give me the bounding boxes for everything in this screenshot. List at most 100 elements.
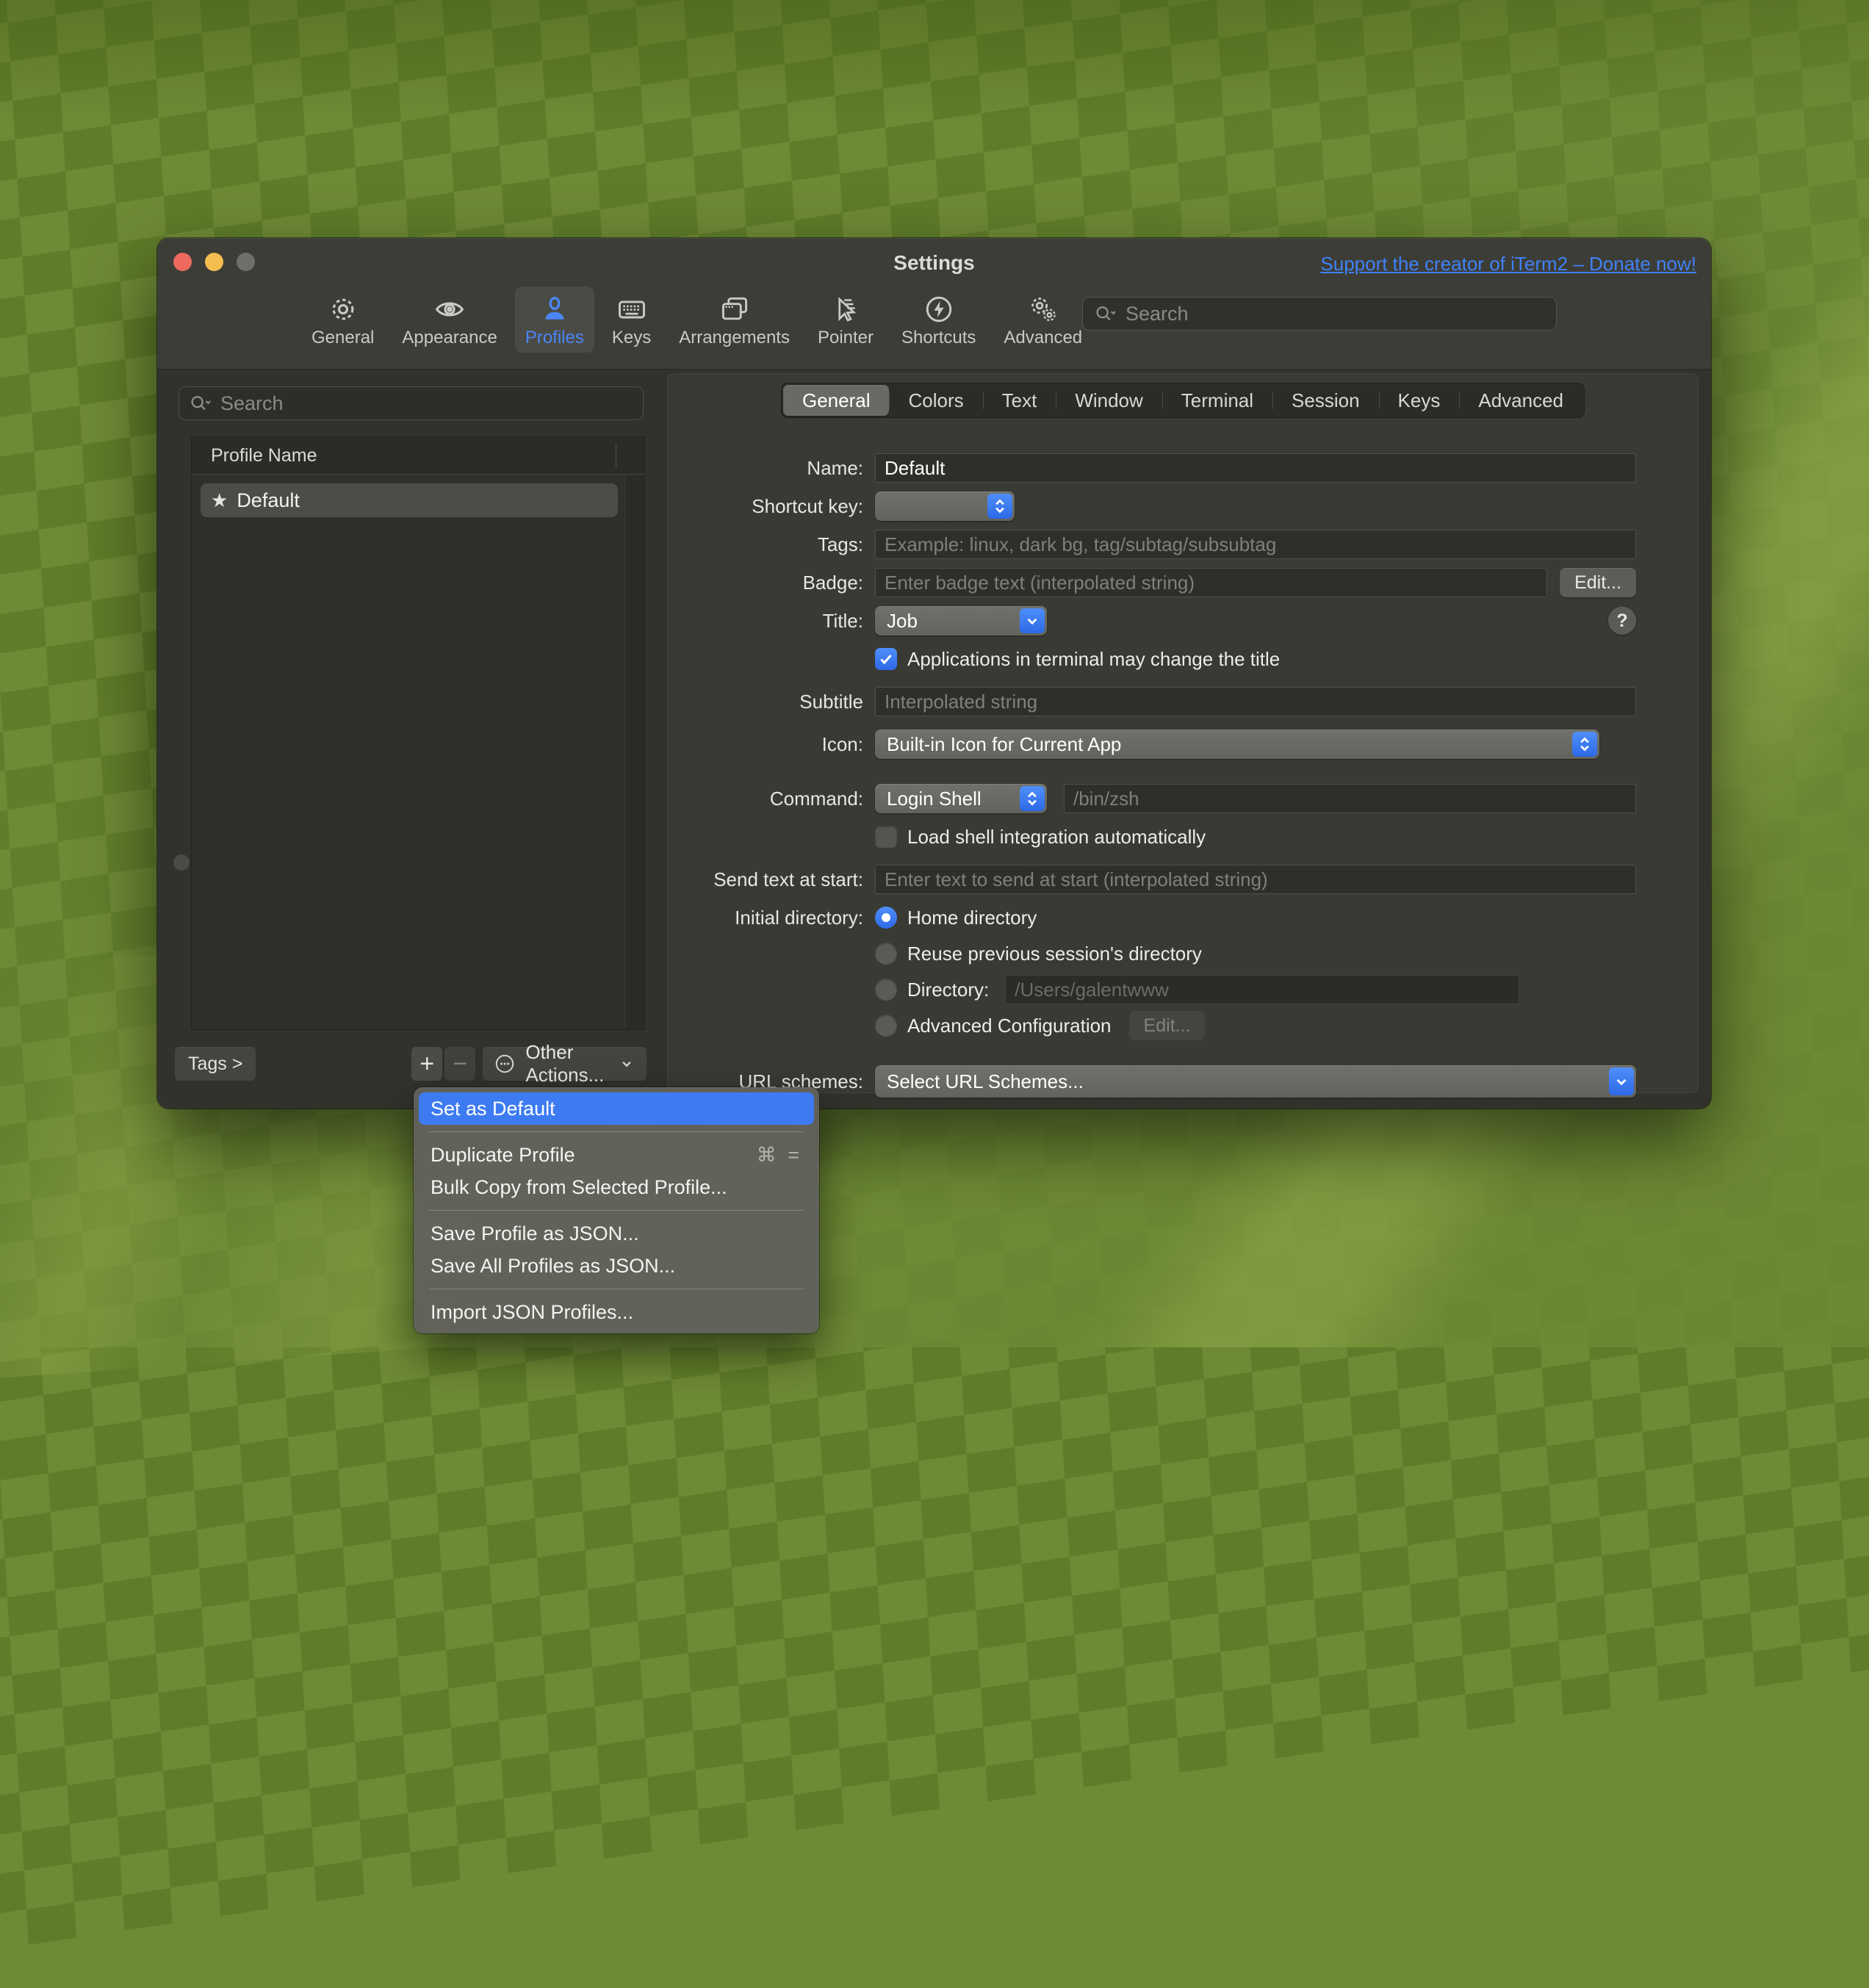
ellipsis-circle-icon: [493, 1052, 516, 1076]
settings-window: Settings Support the creator of iTerm2 –…: [157, 238, 1711, 1109]
shell-integration-row: Load shell integration automatically: [668, 822, 1646, 851]
gears-icon: [1026, 292, 1060, 326]
title-change-checkbox-label: Applications in terminal may change the …: [907, 648, 1280, 671]
donate-link[interactable]: Support the creator of iTerm2 – Donate n…: [1320, 253, 1696, 275]
toolbar-search-input[interactable]: Search: [1082, 297, 1557, 331]
profile-table-header[interactable]: Profile Name: [192, 437, 644, 475]
toolbar-item-pointer[interactable]: Pointer: [807, 287, 884, 353]
toolbar-item-shortcuts[interactable]: Shortcuts: [891, 287, 986, 353]
search-placeholder: Search: [220, 392, 284, 415]
shortcut-key-label: Shortcut key:: [668, 495, 875, 518]
toolbar-item-appearance[interactable]: Appearance: [392, 287, 507, 353]
add-profile-button[interactable]: +: [411, 1047, 442, 1081]
profile-settings-pane: General Colors Text Window Terminal Sess…: [667, 373, 1699, 1093]
badge-field[interactable]: Enter badge text (interpolated string): [875, 568, 1547, 597]
reuse-directory-radio[interactable]: [875, 943, 897, 965]
menu-separator: [429, 1210, 804, 1211]
toolbar-item-label: Profiles: [525, 328, 584, 348]
window-content: Search Profile Name ★ Default Tags >: [157, 370, 1711, 1109]
toolbar-item-label: Arrangements: [679, 328, 790, 348]
profiles-search-input[interactable]: Search: [179, 386, 644, 420]
send-text-label: Send text at start:: [668, 868, 875, 891]
toolbar-item-profiles[interactable]: Profiles: [515, 287, 594, 353]
badge-row: Badge: Enter badge text (interpolated st…: [668, 568, 1646, 597]
updown-chevron-icon: [1572, 732, 1597, 757]
general-tab-form: Name: Default Shortcut key:: [668, 418, 1698, 1098]
initial-directory-row: Initial directory: Home directory Reuse …: [668, 903, 1646, 1040]
tab-colors[interactable]: Colors: [889, 385, 982, 416]
scrollbar-gutter[interactable]: [624, 475, 644, 1029]
title-popup[interactable]: Job: [875, 606, 1047, 635]
tab-session[interactable]: Session: [1272, 385, 1379, 416]
icon-label: Icon:: [668, 733, 875, 756]
badge-edit-button[interactable]: Edit...: [1560, 568, 1636, 597]
keyboard-icon: [615, 292, 649, 326]
menu-item-save-all-profiles-json[interactable]: Save All Profiles as JSON...: [419, 1250, 814, 1282]
updown-chevron-icon: [987, 494, 1012, 519]
sidebar-bottom-bar: Tags > + − Other Actions...: [175, 1047, 647, 1081]
window-edge-handle[interactable]: [173, 854, 190, 871]
menu-item-import-json-profiles[interactable]: Import JSON Profiles...: [419, 1296, 814, 1328]
updown-chevron-icon: [1020, 786, 1045, 811]
profile-table: Profile Name ★ Default: [191, 436, 645, 1030]
subtitle-row: Subtitle Interpolated string: [668, 687, 1646, 716]
tab-advanced[interactable]: Advanced: [1459, 385, 1582, 416]
command-label: Command:: [668, 788, 875, 810]
home-directory-radio[interactable]: [875, 907, 897, 929]
send-text-field[interactable]: Enter text to send at start (interpolate…: [875, 865, 1636, 894]
tags-field[interactable]: Example: linux, dark bg, tag/subtag/subs…: [875, 530, 1636, 559]
tab-general[interactable]: General: [783, 385, 890, 416]
radio-row-reuse: Reuse previous session's directory: [875, 939, 1636, 968]
toolbar-item-general[interactable]: General: [301, 287, 384, 353]
tab-window[interactable]: Window: [1056, 385, 1162, 416]
search-placeholder: Search: [1126, 303, 1189, 325]
other-actions-button[interactable]: Other Actions...: [483, 1047, 647, 1081]
menu-item-duplicate-profile[interactable]: Duplicate Profile ⌘ =: [419, 1139, 814, 1171]
toolbar-item-label: Shortcuts: [901, 328, 976, 348]
toolbar-item-arrangements[interactable]: Arrangements: [669, 287, 800, 353]
remove-profile-button[interactable]: −: [444, 1047, 475, 1081]
command-row: Command: Login Shell /bin/zsh: [668, 784, 1646, 813]
reuse-directory-label: Reuse previous session's directory: [907, 943, 1202, 965]
windows-icon: [718, 292, 752, 326]
menu-item-bulk-copy[interactable]: Bulk Copy from Selected Profile...: [419, 1171, 814, 1203]
help-button[interactable]: ?: [1608, 607, 1636, 635]
shell-integration-checkbox[interactable]: [875, 826, 897, 848]
toolbar-item-keys[interactable]: Keys: [602, 287, 661, 353]
name-label: Name:: [668, 457, 875, 480]
toolbar-item-advanced[interactable]: Advanced: [993, 287, 1092, 353]
menu-item-set-as-default[interactable]: Set as Default: [419, 1092, 814, 1125]
badge-label: Badge:: [668, 572, 875, 594]
name-row: Name: Default: [668, 453, 1646, 483]
profile-row-default[interactable]: ★ Default: [201, 483, 618, 517]
other-actions-menu: Set as Default Duplicate Profile ⌘ = Bul…: [414, 1087, 819, 1333]
radio-row-directory: Directory: /Users/galentwww: [875, 975, 1636, 1004]
toolbar-items: General Appearance Profiles Keys: [301, 287, 1092, 353]
custom-directory-field[interactable]: /Users/galentwww: [1005, 975, 1519, 1004]
toolbar-item-label: Pointer: [818, 328, 874, 348]
tab-keys[interactable]: Keys: [1379, 385, 1460, 416]
tags-button[interactable]: Tags >: [175, 1047, 256, 1081]
command-field[interactable]: /bin/zsh: [1064, 784, 1636, 813]
title-change-checkbox[interactable]: [875, 648, 897, 670]
advanced-edit-button[interactable]: Edit...: [1129, 1011, 1206, 1040]
icon-popup[interactable]: Built-in Icon for Current App: [875, 730, 1599, 759]
subtitle-label: Subtitle: [668, 691, 875, 713]
titlebar: Settings Support the creator of iTerm2 –…: [157, 238, 1711, 285]
shortcut-key-popup[interactable]: [875, 491, 1015, 521]
name-field[interactable]: Default: [875, 453, 1636, 483]
command-popup[interactable]: Login Shell: [875, 784, 1047, 813]
tags-label: Tags:: [668, 533, 875, 556]
advanced-configuration-radio[interactable]: [875, 1015, 897, 1037]
tab-terminal[interactable]: Terminal: [1162, 385, 1272, 416]
cursor-icon: [829, 292, 863, 326]
menu-shortcut: ⌘ =: [757, 1144, 802, 1167]
default-star-icon: ★: [211, 489, 228, 512]
profile-name: Default: [237, 489, 300, 512]
subtitle-field[interactable]: Interpolated string: [875, 687, 1636, 716]
tab-text[interactable]: Text: [983, 385, 1056, 416]
menu-item-save-profile-json[interactable]: Save Profile as JSON...: [419, 1217, 814, 1250]
radio-row-advanced: Advanced Configuration Edit...: [875, 1011, 1636, 1040]
url-schemes-popup[interactable]: Select URL Schemes...: [875, 1065, 1636, 1098]
custom-directory-radio[interactable]: [875, 979, 897, 1001]
